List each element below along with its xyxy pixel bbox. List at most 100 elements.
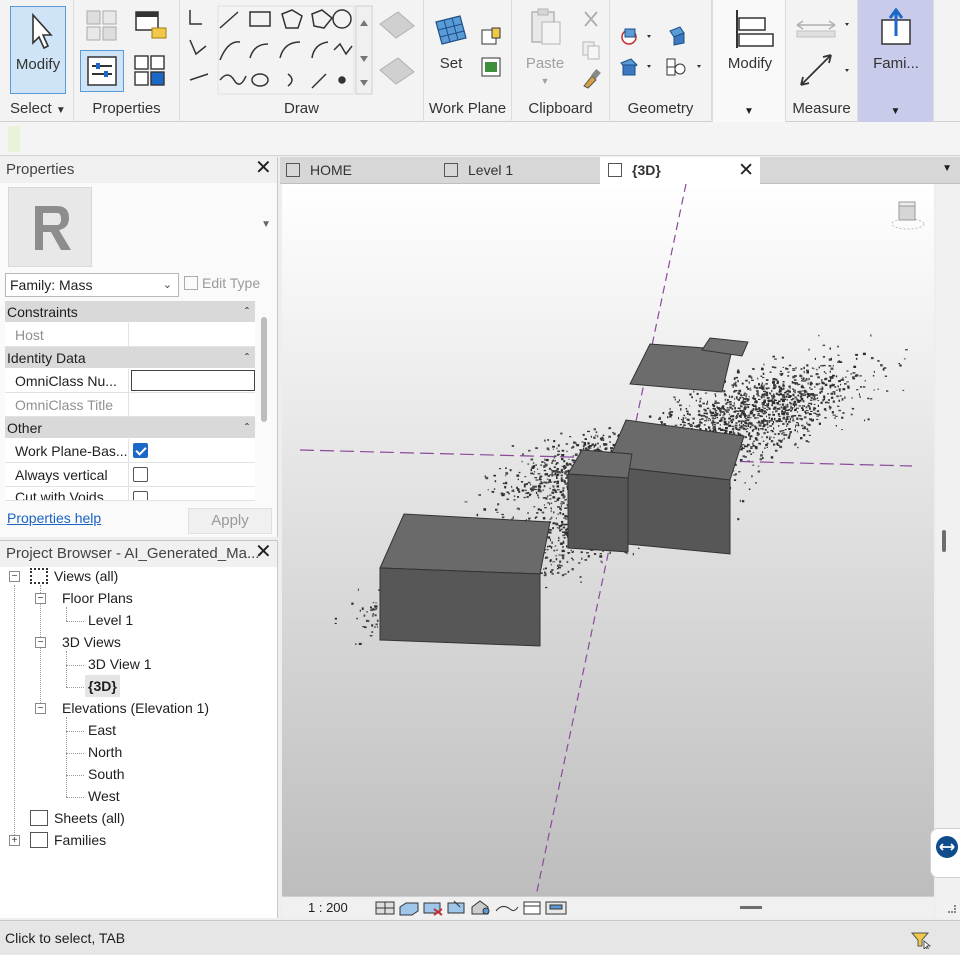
- aligned-dimension-button[interactable]: [790, 48, 854, 94]
- cloud-point: [731, 428, 735, 430]
- collapse-3d-views-icon[interactable]: −: [35, 637, 46, 648]
- filter-selection-icon[interactable]: [910, 929, 932, 949]
- paste-button[interactable]: Paste ▼: [520, 6, 570, 94]
- tab-level-1[interactable]: Level 1: [444, 157, 594, 184]
- cloud-point: [565, 443, 569, 445]
- omniclass-number-input[interactable]: [131, 370, 255, 391]
- tree-east[interactable]: East: [88, 719, 116, 741]
- cloud-point: [856, 389, 859, 391]
- properties-button[interactable]: [80, 50, 124, 92]
- cut-button[interactable]: [578, 8, 604, 32]
- cloud-point: [847, 387, 850, 389]
- group-identity-data[interactable]: Identity Data ˆ: [5, 347, 255, 369]
- cloud-point: [795, 398, 798, 400]
- horizontal-scroll-thumb[interactable]: [740, 906, 762, 909]
- type-preview-image[interactable]: [8, 187, 92, 267]
- measure-between-button[interactable]: [790, 8, 854, 44]
- close-browser-icon[interactable]: ✕: [255, 542, 272, 562]
- tree-sheets-all[interactable]: Sheets (all): [30, 807, 125, 829]
- cloud-point: [824, 383, 828, 386]
- mass-front[interactable]: [379, 513, 551, 647]
- family-category-button[interactable]: [128, 6, 172, 46]
- draw-tools-icon[interactable]: [184, 4, 420, 96]
- resize-grip-icon[interactable]: [948, 905, 956, 913]
- load-into-project-button[interactable]: Fami...: [862, 6, 930, 94]
- type-properties-button[interactable]: [82, 6, 122, 46]
- tree-floor-plans[interactable]: Floor Plans: [62, 587, 133, 609]
- family-select[interactable]: Family: Mass ⌄: [5, 273, 179, 297]
- tab-3d[interactable]: {3D} ✕: [600, 157, 760, 184]
- type-selector-arrow-icon[interactable]: ▼: [261, 219, 271, 230]
- tab-home[interactable]: HOME: [286, 157, 436, 184]
- work-plane-viewer-button[interactable]: [478, 54, 504, 80]
- join-geometry-button[interactable]: [616, 24, 656, 48]
- family-types-button[interactable]: [128, 50, 172, 92]
- cloud-point: [776, 402, 779, 405]
- tree-families[interactable]: Families: [30, 829, 106, 851]
- 3d-scene: [299, 184, 925, 896]
- edit-type-button[interactable]: Edit Type: [184, 275, 260, 291]
- view-scale[interactable]: 1 : 200: [308, 900, 348, 915]
- match-properties-button[interactable]: [578, 66, 604, 92]
- tree-north[interactable]: North: [88, 741, 122, 763]
- 3d-viewport[interactable]: [282, 184, 934, 896]
- cloud-point: [789, 395, 792, 397]
- mass-center[interactable]: [567, 449, 633, 553]
- view-cube-icon[interactable]: [891, 201, 925, 230]
- group-other[interactable]: Other ˆ: [5, 417, 255, 439]
- modify-button[interactable]: Modify: [10, 6, 66, 94]
- collapse-floor-plans-icon[interactable]: −: [35, 593, 46, 604]
- family-dropdown-icon[interactable]: ▼: [858, 106, 933, 117]
- collapse-elevations-icon[interactable]: −: [35, 703, 46, 714]
- cut-with-voids-checkbox[interactable]: [133, 491, 148, 500]
- cloud-point: [853, 365, 857, 368]
- teamviewer-icon[interactable]: [930, 828, 960, 878]
- tree-3d-current[interactable]: {3D}: [85, 675, 120, 697]
- cloud-point: [557, 453, 561, 455]
- cloud-point: [743, 409, 745, 412]
- cloud-point: [740, 402, 744, 405]
- copy-button[interactable]: [578, 38, 604, 62]
- cloud-point: [745, 395, 747, 398]
- cloud-point: [334, 622, 337, 624]
- set-work-plane-button[interactable]: Set: [426, 6, 476, 94]
- properties-scrollbar[interactable]: [261, 317, 267, 422]
- row-work-plane-based: Work Plane-Bas...: [5, 439, 255, 463]
- properties-help-link[interactable]: Properties help: [7, 510, 101, 526]
- close-properties-icon[interactable]: ✕: [255, 158, 272, 178]
- tree-elevations[interactable]: Elevations (Elevation 1): [62, 697, 209, 719]
- modify-dropdown-icon[interactable]: ▼: [713, 106, 785, 117]
- apply-button[interactable]: Apply: [188, 508, 272, 534]
- tree-views-all[interactable]: Views (all): [30, 565, 118, 587]
- expand-families-icon[interactable]: +: [9, 835, 20, 846]
- select-panel-label[interactable]: Select ▼: [0, 100, 73, 120]
- tree-south[interactable]: South: [88, 763, 125, 785]
- view-control-icons[interactable]: [374, 899, 570, 917]
- cloud-point: [788, 390, 791, 393]
- tree-level-1[interactable]: Level 1: [88, 609, 133, 631]
- scroll-thumb[interactable]: [942, 530, 946, 552]
- viewport-vertical-scrollbar[interactable]: [936, 184, 960, 918]
- work-plane-viewer-icon: [481, 57, 501, 77]
- wall-joins-button[interactable]: [664, 24, 690, 48]
- modify-tools-button[interactable]: Modify: [719, 6, 781, 94]
- tree-3d-view-1[interactable]: 3D View 1: [88, 653, 152, 675]
- tree-west[interactable]: West: [88, 785, 120, 807]
- group-constraints[interactable]: Constraints ˆ: [5, 301, 255, 323]
- properties-title: Properties: [6, 161, 75, 178]
- tab-menu-icon[interactable]: ▼: [942, 163, 952, 174]
- cloud-point: [545, 556, 549, 559]
- mass-back[interactable]: [629, 337, 749, 393]
- split-face-button[interactable]: [662, 54, 708, 78]
- always-vertical-checkbox[interactable]: [133, 467, 148, 482]
- cut-geometry-button[interactable]: [616, 54, 656, 78]
- close-tab-icon[interactable]: ✕: [738, 157, 754, 184]
- collapse-views-icon[interactable]: −: [9, 571, 20, 582]
- cloud-point: [782, 385, 785, 387]
- work-plane-based-checkbox[interactable]: [133, 443, 148, 458]
- cloud-point: [587, 442, 590, 445]
- cloud-point: [557, 489, 560, 491]
- show-work-plane-button[interactable]: [478, 24, 504, 50]
- cloud-point: [552, 485, 555, 488]
- tree-3d-views[interactable]: 3D Views: [62, 631, 121, 653]
